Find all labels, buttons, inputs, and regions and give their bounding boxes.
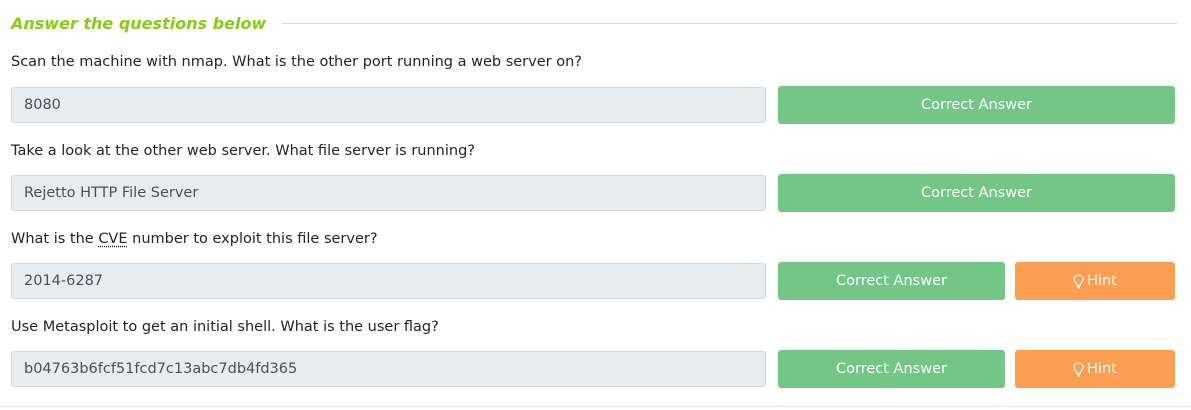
correct-answer-button-4[interactable]: Correct Answer	[778, 350, 1005, 388]
question-1-text: Scan the machine with nmap. What is the …	[11, 54, 582, 70]
footer-divider	[0, 406, 1191, 407]
answer-field-3[interactable]: 2014-6287	[11, 263, 766, 299]
question-4-text: Use Metasploit to get an initial shell. …	[11, 319, 439, 335]
hint-label-4: Hint	[1087, 361, 1117, 377]
answer-field-4[interactable]: b04763b6fcf51fcd7c13abc7db4fd365	[11, 351, 766, 387]
question-2-text: Take a look at the other web server. Wha…	[11, 143, 475, 159]
section-title: Answer the questions below	[11, 13, 267, 33]
answer-field-1[interactable]: 8080	[11, 87, 766, 123]
lightbulb-icon	[1073, 361, 1084, 377]
correct-answer-button-2[interactable]: Correct Answer	[778, 174, 1175, 212]
header-divider	[282, 22, 1177, 24]
hint-label-3: Hint	[1087, 273, 1117, 289]
lightbulb-icon	[1073, 273, 1084, 289]
question-3-text-start: What is the	[11, 231, 99, 247]
correct-answer-button-1[interactable]: Correct Answer	[778, 86, 1175, 124]
question-3-text-end: number to exploit this file server?	[127, 231, 378, 247]
cve-abbreviation[interactable]: CVE	[98, 231, 127, 247]
answer-field-2[interactable]: Rejetto HTTP File Server	[11, 175, 766, 211]
hint-button-4[interactable]: Hint	[1015, 350, 1175, 388]
question-3-text: What is the CVE number to exploit this f…	[11, 231, 378, 247]
correct-answer-button-3[interactable]: Correct Answer	[778, 262, 1005, 300]
section-header: Answer the questions below	[11, 12, 1177, 34]
hint-button-3[interactable]: Hint	[1015, 262, 1175, 300]
